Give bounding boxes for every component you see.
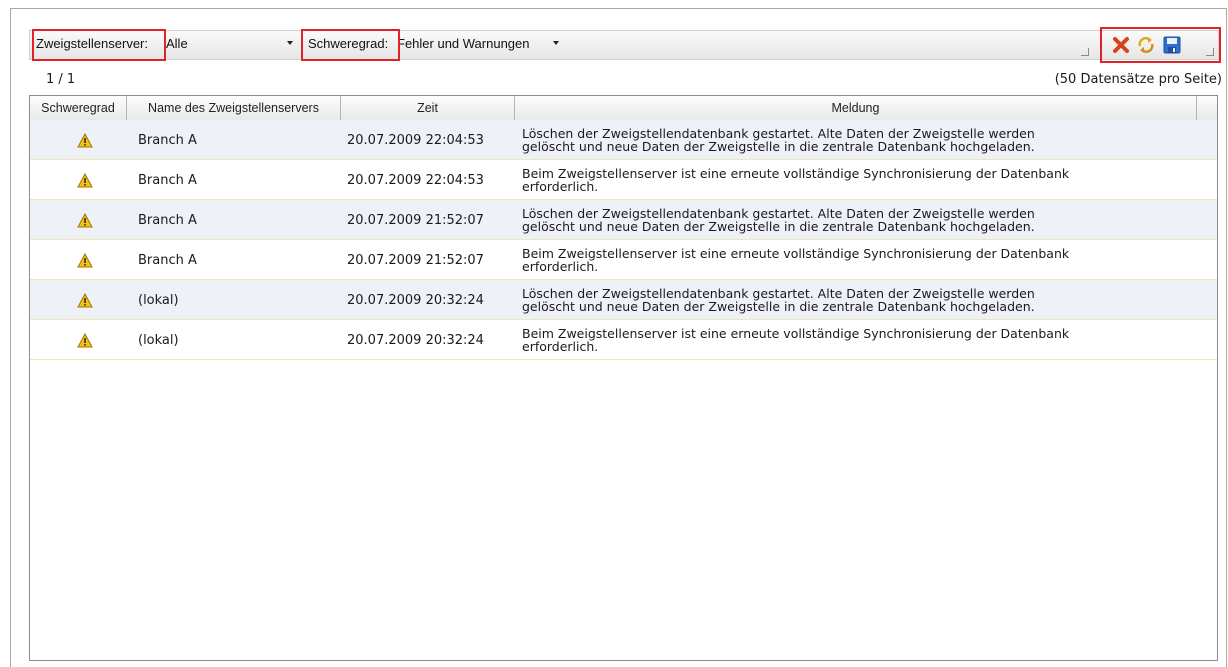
severity-value: Fehler und Warnungen: [397, 36, 530, 51]
message-line: Beim Zweigstellenserver ist eine erneute…: [522, 246, 1070, 261]
column-header-server-name[interactable]: Name des Zweigstellenservers: [127, 96, 341, 120]
message-text: Beim Zweigstellenserver ist eine erneute…: [522, 167, 1069, 193]
warning-icon: [77, 332, 93, 347]
severity-cell: [70, 160, 100, 200]
message-text: Beim Zweigstellenserver ist eine erneute…: [522, 327, 1069, 353]
message-text: Löschen der Zweigstellendatenbank gestar…: [522, 127, 1035, 153]
column-header-filler: [1197, 96, 1217, 120]
time-cell: 20.07.2009 21:52:07: [347, 212, 484, 228]
table-row[interactable]: Branch A 20.07.2009 21:52:07 Löschen der Z…: [30, 200, 1217, 240]
message-line: erforderlich.: [522, 259, 599, 274]
highlight-branch-label: [32, 29, 166, 61]
branch-server-value: Alle: [166, 36, 188, 51]
server-name-cell: (lokal): [138, 292, 179, 308]
message-line: erforderlich.: [522, 339, 599, 354]
message-line: Beim Zweigstellenserver ist eine erneute…: [522, 326, 1070, 341]
server-name-cell: Branch A: [138, 132, 197, 148]
message-text: Löschen der Zweigstellendatenbank gestar…: [522, 207, 1035, 233]
highlight-severity-label: [301, 29, 400, 61]
message-cell: Beim Zweigstellenserver ist eine erneute…: [522, 320, 1194, 360]
message-cell: Löschen der Zweigstellendatenbank gestar…: [522, 280, 1194, 320]
warning-icon: [77, 172, 93, 187]
table-row[interactable]: (lokal) 20.07.2009 20:32:24 Löschen der Zw…: [30, 280, 1217, 320]
server-name-cell: (lokal): [138, 332, 179, 348]
chevron-down-icon: [553, 41, 559, 45]
chevron-down-icon: [287, 41, 293, 45]
server-name-cell: Branch A: [138, 172, 197, 188]
warning-icon: [77, 292, 93, 307]
severity-cell: [70, 120, 100, 160]
column-header-message[interactable]: Meldung: [515, 96, 1197, 120]
table-header: Schweregrad Name des Zweigstellenservers…: [30, 96, 1217, 121]
time-cell: 20.07.2009 20:32:24: [347, 292, 484, 308]
branch-server-dropdown[interactable]: Alle: [162, 31, 302, 59]
table-row[interactable]: (lokal) 20.07.2009 20:32:24 Beim Zweigstel…: [30, 320, 1217, 360]
severity-cell: [70, 200, 100, 240]
page-indicator: 1 / 1: [46, 72, 76, 87]
severity-cell: [70, 240, 100, 280]
severity-cell: [70, 280, 100, 320]
severity-dropdown[interactable]: Fehler und Warnungen: [395, 31, 560, 59]
table-row[interactable]: Branch A 20.07.2009 21:52:07 Beim Zweigste…: [30, 240, 1217, 280]
table-row[interactable]: Branch A 20.07.2009 22:04:53 Löschen der Z…: [30, 120, 1217, 160]
time-cell: 20.07.2009 20:32:24: [347, 332, 484, 348]
message-line: erforderlich.: [522, 179, 599, 194]
warning-icon: [77, 212, 93, 227]
highlight-action-buttons: [1100, 27, 1221, 63]
severity-cell: [70, 320, 100, 360]
server-name-cell: Branch A: [138, 252, 197, 268]
message-cell: Löschen der Zweigstellendatenbank gestar…: [522, 120, 1194, 160]
filter-toolbar: Zweigstellenserver: Alle Schweregrad: Fe…: [29, 30, 1219, 60]
records-per-page: (50 Datensätze pro Seite): [1054, 72, 1222, 87]
warning-icon: [77, 132, 93, 147]
message-line: gelöscht und neue Daten der Zweigstelle …: [522, 299, 1035, 314]
message-text: Löschen der Zweigstellendatenbank gestar…: [522, 287, 1035, 313]
time-cell: 20.07.2009 22:04:53: [347, 172, 484, 188]
message-cell: Beim Zweigstellenserver ist eine erneute…: [522, 240, 1194, 280]
message-cell: Beim Zweigstellenserver ist eine erneute…: [522, 160, 1194, 200]
time-cell: 20.07.2009 21:52:07: [347, 252, 484, 268]
events-table: Schweregrad Name des Zweigstellenservers…: [29, 95, 1218, 661]
message-line: gelöscht und neue Daten der Zweigstelle …: [522, 219, 1035, 234]
toolbar-grip: [1081, 48, 1089, 56]
time-cell: 20.07.2009 22:04:53: [347, 132, 484, 148]
message-line: Beim Zweigstellenserver ist eine erneute…: [522, 166, 1070, 181]
message-text: Beim Zweigstellenserver ist eine erneute…: [522, 247, 1069, 273]
warning-icon: [77, 252, 93, 267]
table-row[interactable]: Branch A 20.07.2009 22:04:53 Beim Zweigste…: [30, 160, 1217, 200]
message-cell: Löschen der Zweigstellendatenbank gestar…: [522, 200, 1194, 240]
column-header-time[interactable]: Zeit: [341, 96, 515, 120]
server-name-cell: Branch A: [138, 212, 197, 228]
message-line: gelöscht und neue Daten der Zweigstelle …: [522, 139, 1035, 154]
column-header-severity[interactable]: Schweregrad: [30, 96, 127, 120]
